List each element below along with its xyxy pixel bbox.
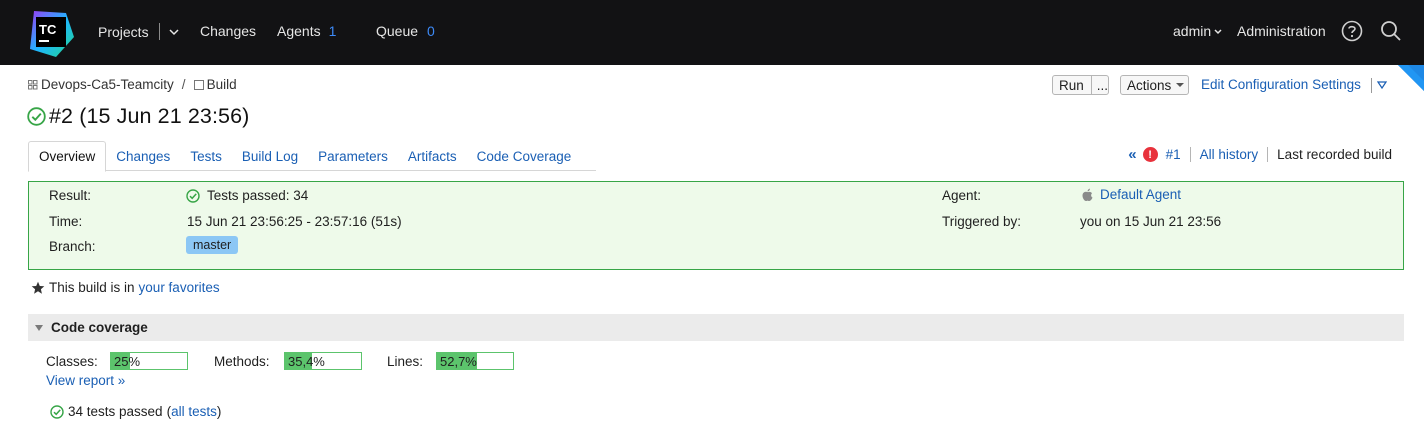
favorites-note: This build is in your favorites [31, 280, 220, 295]
triggered-by-value: you on 15 Jun 21 23:56 [1080, 214, 1222, 229]
nav-administration[interactable]: Administration [1237, 23, 1326, 39]
breadcrumb-build-config[interactable]: Build [207, 77, 237, 92]
agent-link[interactable]: Default Agent [1100, 187, 1181, 202]
nav-projects[interactable]: Projects [98, 23, 180, 40]
tests-passed-text: 34 tests passed [68, 404, 163, 419]
favorites-link[interactable]: your favorites [139, 280, 220, 295]
last-recorded-build-label: Last recorded build [1277, 147, 1392, 162]
branch-label: Branch: [49, 239, 96, 254]
apple-icon [1082, 188, 1093, 201]
previous-build-chevron-icon[interactable]: « [1128, 146, 1136, 163]
nav-divider [158, 23, 160, 40]
star-icon[interactable] [31, 281, 45, 295]
search-icon[interactable] [1380, 20, 1402, 42]
branch-badge[interactable]: master [186, 236, 239, 254]
queue-count: 0 [427, 23, 435, 39]
tab-overview[interactable]: Overview [28, 141, 107, 172]
collapse-triangle-icon[interactable] [35, 324, 43, 331]
agent-label: Agent: [942, 188, 982, 203]
tab-tests[interactable]: Tests [180, 141, 232, 171]
nav-changes-label: Changes [200, 23, 257, 39]
user-menu[interactable]: admin [1173, 23, 1224, 39]
code-coverage-title: Code coverage [51, 320, 148, 335]
success-check-icon [186, 188, 200, 203]
build-tabs: Overview Changes Tests Build Log Paramet… [28, 141, 596, 172]
nav-queue-label: Queue [376, 23, 419, 39]
dropdown-triangle-icon[interactable] [1377, 80, 1387, 90]
nav-queue[interactable]: Queue 0 [376, 23, 435, 39]
top-navigation-bar: TC Projects Changes Agents 1 Queue 0 admin… [0, 0, 1424, 65]
time-value: 15 Jun 21 23:56:25 - 23:57:16 (51s) [187, 214, 402, 229]
history-divider [1189, 147, 1191, 162]
time-label: Time: [49, 214, 83, 229]
breadcrumb-project[interactable]: Devops-Ca5-Teamcity [41, 77, 174, 92]
chevron-down-icon[interactable] [168, 26, 180, 38]
paren-close: ) [216, 404, 222, 419]
help-circle-icon[interactable] [1341, 20, 1363, 42]
lines-label: Lines: [387, 354, 424, 369]
failed-build-icon: ! [1142, 147, 1158, 162]
nav-changes[interactable]: Changes [200, 23, 256, 39]
agents-count: 1 [328, 23, 337, 39]
tab-artifacts[interactable]: Artifacts [398, 141, 467, 171]
classes-coverage-value: 25% [114, 354, 141, 369]
build-config-icon [193, 79, 204, 90]
nav-agents[interactable]: Agents 1 [277, 23, 336, 39]
classes-label: Classes: [46, 354, 98, 369]
edit-configuration-settings-link[interactable]: Edit Configuration Settings [1201, 77, 1361, 92]
tab-parameters[interactable]: Parameters [308, 141, 398, 171]
build-history-nav: « ! #1 All history Last recorded build [1128, 146, 1392, 163]
tab-changes[interactable]: Changes [106, 141, 180, 171]
success-check-icon [50, 404, 64, 419]
triggered-by-label: Triggered by: [942, 214, 1022, 229]
methods-coverage-value: 35,4% [288, 354, 325, 369]
tab-build-log[interactable]: Build Log [232, 141, 308, 171]
all-tests-link[interactable]: all tests [171, 404, 217, 419]
result-label: Result: [49, 188, 92, 203]
nav-agents-label: Agents [277, 23, 321, 39]
view-report-link[interactable]: View report » [46, 373, 125, 388]
branch-value: master [186, 236, 239, 254]
methods-coverage-bar: 35,4% [284, 352, 362, 370]
breadcrumb-separator: / [181, 77, 186, 92]
result-value: Tests passed: 34 [186, 188, 308, 203]
code-coverage-section-header[interactable]: Code coverage [28, 314, 1404, 341]
tab-code-coverage[interactable]: Code Coverage [467, 141, 582, 171]
nav-projects-label: Projects [98, 24, 149, 40]
project-icon [28, 79, 38, 89]
history-divider [1267, 147, 1269, 162]
all-history-link[interactable]: All history [1200, 147, 1259, 162]
build-summary-panel: Result: Tests passed: 34 Time: 15 Jun 21… [28, 181, 1404, 270]
user-label: admin [1173, 23, 1212, 39]
lines-coverage-bar: 52,7% [436, 352, 514, 370]
run-button[interactable]: Run ... [1052, 75, 1109, 95]
teamcity-logo[interactable]: TC [26, 9, 76, 59]
run-custom-button[interactable]: ... [1092, 78, 1113, 93]
run-button-label[interactable]: Run [1053, 76, 1092, 94]
corner-ribbon-icon [1398, 65, 1424, 91]
favorites-text: This build is in [49, 280, 135, 295]
lines-coverage-value: 52,7% [440, 354, 477, 369]
agent-value: Default Agent [1081, 187, 1181, 202]
success-check-icon [27, 107, 46, 126]
methods-label: Methods: [214, 354, 270, 369]
logo-text: TC [39, 22, 57, 37]
breadcrumb: Devops-Ca5-Teamcity / Build [28, 77, 237, 92]
chevron-down-icon [1214, 29, 1222, 35]
caret-down-icon [1176, 83, 1185, 87]
page-title: #2 (15 Jun 21 23:56) [49, 104, 250, 128]
actions-label: Actions [1127, 77, 1172, 93]
edit-divider [1371, 78, 1372, 93]
classes-coverage-bar: 25% [110, 352, 188, 370]
tests-summary: 34 tests passed (all tests) [50, 404, 221, 419]
administration-label: Administration [1237, 23, 1326, 39]
build-title-row: #2 (15 Jun 21 23:56) [27, 104, 249, 129]
actions-dropdown[interactable]: Actions [1120, 75, 1189, 95]
previous-build-link[interactable]: #1 [1166, 147, 1181, 162]
result-text: Tests passed: 34 [207, 188, 309, 203]
